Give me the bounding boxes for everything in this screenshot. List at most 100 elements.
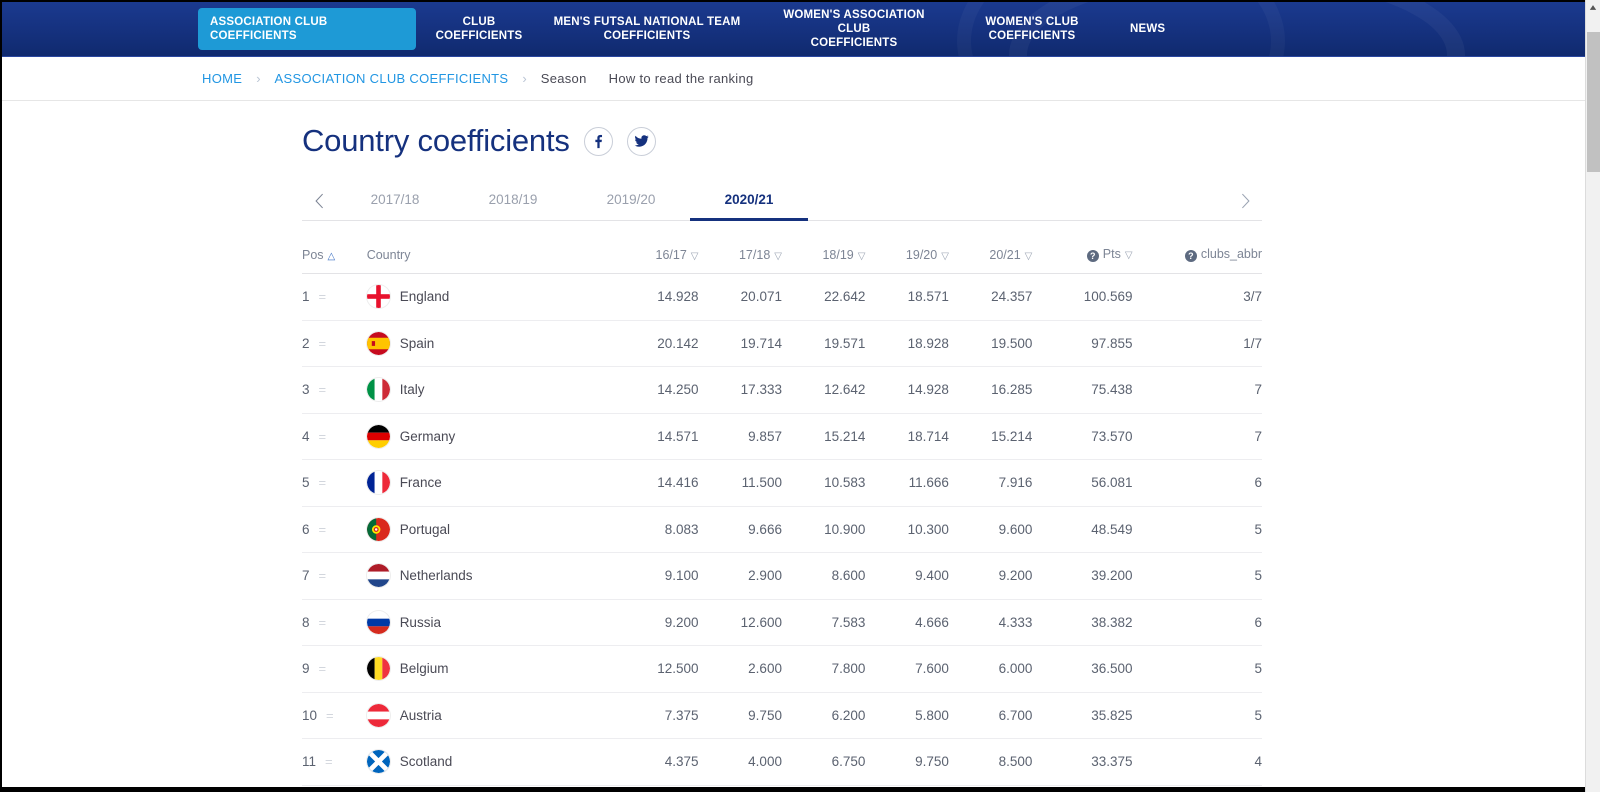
flag-icon-england [366, 285, 390, 309]
cell-clubs-abbr: 5 [1132, 692, 1262, 739]
sort-desc-icon-3: ▽ [857, 251, 866, 262]
column-header-1920[interactable]: 19/20 ▽ [865, 247, 949, 274]
breadcrumb: HOME › ASSOCIATION CLUB COEFFICIENTS › S… [2, 57, 1585, 101]
column-header-pos[interactable]: Pos △ [302, 247, 367, 274]
season-next-arrow-icon[interactable] [1228, 181, 1262, 220]
cell-clubs-abbr: 5 [1132, 506, 1262, 553]
cell-country[interactable]: Netherlands [366, 552, 616, 600]
table-row[interactable]: 6 = Portugal 8.083 9.666 10.900 10.300 9.600 48.… [302, 506, 1262, 553]
position-value: 6 [302, 521, 310, 537]
movement-indicator-icon: = [325, 754, 333, 770]
cell-country[interactable]: France [366, 459, 616, 507]
cell-1819: 10.900 [781, 506, 866, 553]
scrollbar-up-arrow-icon[interactable] [1586, 0, 1600, 15]
cell-1819: 7.800 [781, 645, 866, 693]
country-name: Germany [399, 428, 456, 444]
season-prev-arrow-icon[interactable] [302, 181, 336, 220]
cell-1617: 20.142 [615, 320, 699, 367]
column-header-2021[interactable]: 20/21 ▽ [948, 247, 1033, 274]
breadcrumb-association-club-coefficients[interactable]: ASSOCIATION CLUB COEFFICIENTS [275, 71, 509, 86]
cell-country[interactable]: Austria [366, 692, 616, 739]
cell-1920: 11.666 [865, 459, 949, 507]
nav-item-club-coefficients[interactable]: CLUB COEFFICIENTS [420, 9, 538, 49]
cell-country[interactable]: Portugal [366, 506, 616, 553]
cell-2021: 9.600 [948, 506, 1033, 553]
scrollbar-thumb[interactable] [1587, 32, 1600, 172]
nav-item-news[interactable]: NEWS [1112, 16, 1222, 42]
cell-country[interactable]: Italy [366, 366, 616, 414]
breadcrumb-season[interactable]: Season [541, 71, 587, 86]
table-row[interactable]: 7 = Netherlands 9.100 2.900 8.600 9.400 9.200 39… [302, 552, 1262, 600]
column-header-1617[interactable]: 16/17 ▽ [615, 247, 699, 274]
facebook-share-button[interactable] [583, 126, 613, 156]
cell-clubs-abbr: 7 [1132, 413, 1262, 460]
flag-icon-austria [366, 703, 390, 727]
nav-item-association-club-coefficients[interactable]: ASSOCIATION CLUB COEFFICIENTS [198, 8, 416, 50]
info-icon-pts[interactable]: ? [1086, 250, 1099, 262]
cell-1819: 15.214 [781, 413, 866, 460]
position-value: 11 [302, 754, 317, 770]
nav-item-mens-futsal-national-team-coefficients[interactable]: MEN'S FUTSAL NATIONAL TEAM COEFFICIENTS [542, 9, 752, 49]
breadcrumb-how-to-read-the-ranking[interactable]: How to read the ranking [609, 71, 754, 86]
cell-country[interactable]: Russia [366, 599, 616, 646]
cell-clubs-abbr: 7 [1132, 366, 1262, 414]
column-header-clubs-abbr[interactable]: ? clubs_abbr [1132, 247, 1262, 274]
table-row[interactable]: 1 = England 14.928 20.071 22.642 18.571 24.357 1… [302, 273, 1262, 321]
nav-item-womens-association-club-coefficients[interactable]: WOMEN'S ASSOCIATION CLUB COEFFICIENTS [756, 2, 952, 56]
main-content: Country coefficients 2017/18 2018/19 201… [2, 101, 1585, 786]
season-tab-2020-21[interactable]: 2020/21 [690, 181, 808, 221]
page-scrollbar[interactable] [1585, 0, 1600, 792]
table-row[interactable]: 4 = Germany 14.571 9.857 15.214 18.714 15.214 73… [302, 413, 1262, 460]
flag-icon-belgium [366, 657, 390, 681]
season-tabs: 2017/18 2018/19 2019/20 2020/21 [302, 181, 1262, 221]
cell-country[interactable]: England [366, 273, 616, 321]
table-row[interactable]: 10 = Austria 7.375 9.750 6.200 5.800 6.700 35.82… [302, 692, 1262, 739]
cell-position: 10 = [302, 692, 367, 739]
country-name: England [399, 289, 450, 305]
cell-1718: 2.600 [698, 645, 782, 693]
top-navigation: ASSOCIATION CLUB COEFFICIENTS CLUB COEFF… [2, 2, 1585, 57]
table-row[interactable]: 5 = France 14.416 11.500 10.583 11.666 7.916 56.… [302, 459, 1262, 507]
cell-country[interactable]: Spain [366, 320, 616, 367]
cell-position: 5 = [302, 459, 367, 507]
cell-position: 8 = [302, 599, 367, 646]
cell-points: 97.855 [1032, 320, 1133, 367]
cell-clubs-abbr: 6 [1132, 459, 1262, 507]
cell-1920: 7.600 [865, 645, 949, 693]
cell-2021: 6.000 [948, 645, 1033, 693]
cell-1718: 17.333 [698, 366, 782, 414]
column-header-1819[interactable]: 18/19 ▽ [781, 247, 866, 274]
season-tab-2019-20[interactable]: 2019/20 [572, 181, 690, 221]
position-value: 8 [302, 614, 310, 630]
cell-country[interactable]: Belgium [366, 645, 616, 693]
country-name: Belgium [399, 661, 449, 677]
cell-1920: 10.300 [865, 506, 949, 553]
cell-1617: 8.083 [615, 506, 699, 553]
column-header-pos-label: Pos [302, 248, 324, 262]
flag-icon-russia [366, 610, 390, 634]
table-row[interactable]: 9 = Belgium 12.500 2.600 7.800 7.600 6.000 36.50… [302, 645, 1262, 693]
country-name: Russia [399, 614, 441, 630]
cell-country[interactable]: Germany [366, 413, 616, 460]
column-header-country-label: Country [366, 248, 411, 262]
nav-item-womens-club-coefficients[interactable]: WOMEN'S CLUB COEFFICIENTS [956, 9, 1108, 49]
table-row[interactable]: 2 = Spain 20.142 19.714 19.571 18.928 19.500 97.… [302, 320, 1262, 367]
cell-country[interactable]: Scotland [366, 738, 616, 786]
cell-1718: 12.600 [698, 599, 782, 646]
table-row[interactable]: 11 = Scotland 4.375 4.000 6.750 9.750 8.500 33.3… [302, 738, 1262, 786]
table-row[interactable]: 3 = Italy 14.250 17.333 12.642 14.928 16.285 75.… [302, 366, 1262, 414]
column-header-1819-label: 18/19 [822, 248, 854, 262]
table-row[interactable]: 8 = Russia 9.200 12.600 7.583 4.666 4.333 38.382… [302, 599, 1262, 646]
season-tab-2017-18[interactable]: 2017/18 [336, 181, 454, 221]
column-header-1718[interactable]: 17/18 ▽ [698, 247, 782, 274]
column-header-country[interactable]: Country [366, 247, 616, 274]
cell-1819: 8.600 [781, 552, 866, 600]
season-tab-2018-19[interactable]: 2018/19 [454, 181, 572, 221]
cell-1819: 7.583 [781, 599, 866, 646]
column-header-pts[interactable]: ? Pts ▽ [1032, 247, 1133, 274]
info-icon-clubs-abbr[interactable]: ? [1184, 250, 1197, 262]
table-header-row: Pos △ Country 16/17 ▽ 17/18 ▽ 18/19 ▽ 19… [302, 247, 1262, 274]
column-header-1920-label: 19/20 [905, 248, 938, 262]
twitter-share-button[interactable] [626, 126, 656, 156]
breadcrumb-home[interactable]: HOME [202, 71, 242, 86]
